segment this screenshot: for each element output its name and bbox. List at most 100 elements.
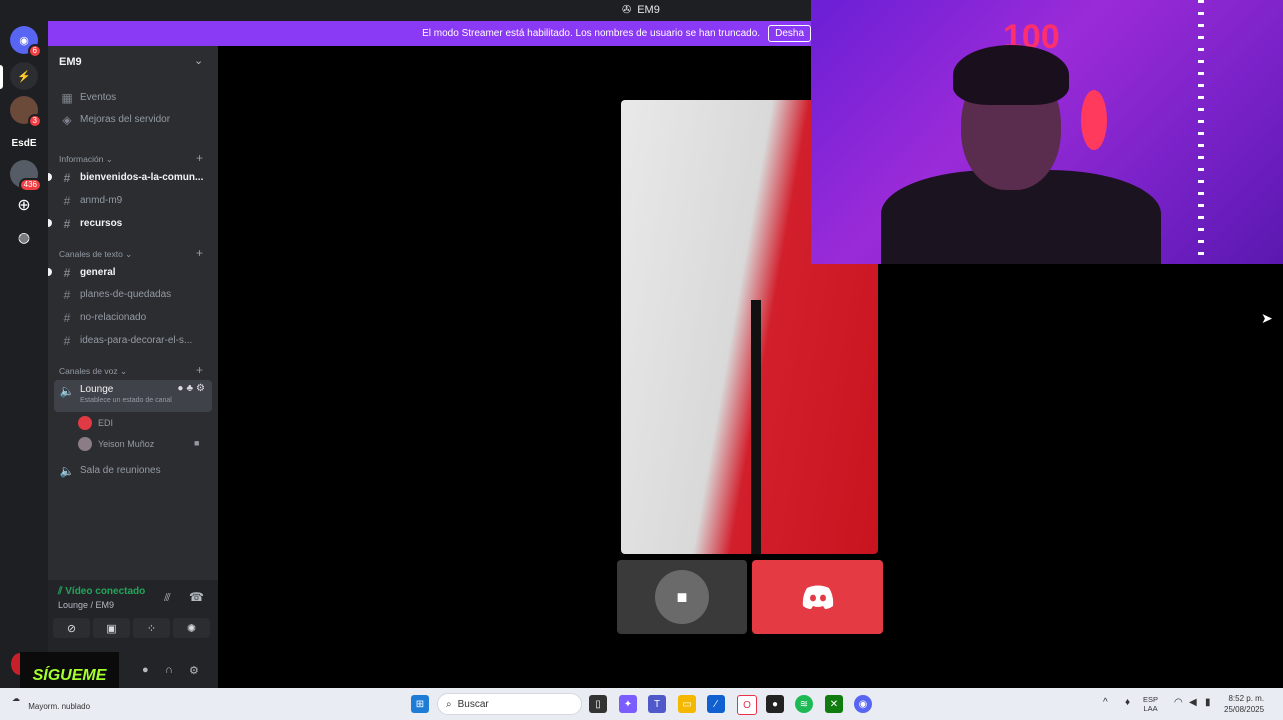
weather-text: Mayorm. nublado [28, 702, 91, 711]
windows-icon: ⊞ [415, 698, 425, 710]
mouse-cursor-icon: ➤ [1261, 310, 1273, 326]
soundboard-button[interactable]: ✺ [173, 618, 210, 638]
microphone-icon[interactable]: ♦ [1125, 697, 1130, 708]
unread-indicator [48, 173, 52, 181]
clock-date: 25/08/2025 [1224, 705, 1265, 714]
voice-channel-label: Sala de reuniones [80, 465, 161, 476]
avatar [78, 416, 92, 430]
boost-label: Mejoras del servidor [80, 114, 171, 125]
app-icon[interactable]: ● [766, 695, 784, 713]
edit-app-icon[interactable]: ∕ [707, 695, 725, 713]
discover-button[interactable]: ◍ [10, 223, 38, 251]
voice-channel-status[interactable]: Establece un estado de canal [80, 397, 172, 404]
person-hair [953, 45, 1069, 105]
language-indicator[interactable]: ESP LAA [1143, 695, 1158, 713]
soundboard-icon: ✺ [186, 622, 197, 635]
microphone-icon[interactable]: ● [142, 664, 149, 676]
signal-icon: ⫽ [58, 586, 63, 597]
participant-tile-discord[interactable] [752, 560, 883, 634]
headphones-icon[interactable]: ∩ [165, 664, 173, 676]
add-server-button[interactable]: ⊕ [10, 191, 38, 219]
channel-item[interactable]: # recursos [54, 213, 212, 234]
voice-channel-meeting[interactable]: 🔈 Sala de reuniones [54, 460, 212, 481]
taskbar: ☁ Mayorm. nublado ⊞ ⌕ Buscar ▯ ✦ T ▭ ∕ O… [0, 688, 1283, 720]
chevron-up-icon[interactable]: ^ [1103, 697, 1108, 708]
dm-badge: 6 [27, 44, 42, 58]
volume-icon[interactable]: ◀ [1189, 697, 1197, 708]
voice-location[interactable]: Lounge / EM9 [58, 600, 114, 610]
add-channel-icon[interactable]: + [196, 246, 203, 260]
add-member-icon[interactable]: ♣ [186, 383, 196, 394]
channel-item[interactable]: # no-relacionado [54, 307, 212, 328]
direct-messages-button[interactable]: ◉ 6 [10, 26, 42, 58]
taskbar-search[interactable]: ⌕ Buscar [437, 693, 582, 715]
channel-item[interactable]: # anmd-m9 [54, 190, 212, 211]
activities-icon: ⁘ [146, 622, 157, 635]
camera-toggle-button[interactable]: ⊘ [53, 618, 90, 638]
add-channel-icon[interactable]: + [196, 151, 203, 165]
voice-channel-actions[interactable]: ●♣⚙ [177, 383, 208, 394]
category-voice[interactable]: Canales de voz ⌄ [59, 366, 127, 377]
server-name[interactable]: EM9 [59, 56, 82, 68]
server-esde[interactable]: EsdE [10, 129, 38, 157]
server-badge: 436 [18, 178, 42, 192]
banner-text: El modo Streamer está habilitado. Los no… [422, 28, 761, 39]
channel-item[interactable]: # bienvenidos-a-la-comun... [54, 167, 212, 188]
events-item[interactable]: ▦ Eventos [54, 87, 212, 108]
task-view-icon[interactable]: ▯ [589, 695, 607, 713]
gear-icon[interactable]: ⚙ [196, 383, 208, 394]
start-button[interactable]: ⊞ [411, 695, 429, 713]
weather-widget[interactable]: ☁ Mayorm. nublado [12, 694, 90, 711]
system-clock[interactable]: 8:52 p. m. 25/08/2025 [1224, 693, 1264, 715]
user-settings-icon[interactable]: ⚙ [189, 664, 199, 677]
add-channel-icon[interactable]: + [196, 363, 203, 377]
copilot-icon[interactable]: ✦ [619, 695, 637, 713]
participant-tile-camera[interactable]: ■ [617, 560, 747, 634]
window-title-text: EM9 [637, 3, 660, 16]
wifi-icon[interactable]: ◠ [1174, 697, 1183, 708]
voice-user-name: EDI [98, 418, 114, 428]
clock-time: 8:52 p. m. [1228, 694, 1265, 703]
disable-streamer-button[interactable]: Desha [768, 25, 811, 42]
category-info[interactable]: Información ⌄ [59, 154, 113, 165]
video-camera-icon: ■ [194, 438, 200, 448]
channel-label: recursos [80, 218, 123, 229]
teams-icon[interactable]: T [648, 695, 666, 713]
server-item[interactable]: 436 [10, 160, 42, 192]
language-code: ESP [1143, 695, 1159, 704]
server-item[interactable]: 3 [10, 96, 42, 128]
battery-icon[interactable]: ▮ [1205, 697, 1211, 708]
speaker-icon: 🔈 [59, 384, 75, 398]
spotify-icon[interactable]: ≋ [795, 695, 813, 713]
voice-user[interactable]: Yeison Muñoz [78, 437, 154, 451]
voice-status[interactable]: ⫽ Vídeo conectado [58, 586, 145, 597]
screen-share-button[interactable]: ▣ [93, 618, 130, 638]
channel-label: planes-de-quedadas [80, 289, 172, 300]
channel-label: general [80, 267, 116, 278]
activities-button[interactable]: ⁘ [133, 618, 170, 638]
chevron-down-icon[interactable]: ⌄ [194, 54, 203, 67]
server-em9[interactable]: ⚡ [10, 62, 38, 90]
voice-channel-lounge[interactable]: 🔈 Lounge Establece un estado de canal ●♣… [54, 380, 212, 412]
discord-logo-icon [802, 585, 833, 609]
channel-item[interactable]: # ideas-para-decorar-el-s... [54, 330, 212, 351]
noise-suppression-icon[interactable]: ⫻ [164, 592, 171, 605]
plus-icon: ⊕ [17, 197, 31, 214]
compass-icon: ◍ [17, 228, 31, 245]
channel-label: bienvenidos-a-la-comun... [80, 172, 204, 183]
hash-icon: # [63, 193, 71, 208]
discord-home-icon: ◉ [19, 34, 29, 47]
file-explorer-icon[interactable]: ▭ [678, 695, 696, 713]
opera-icon[interactable]: O [737, 695, 757, 715]
channel-item[interactable]: # planes-de-quedadas [54, 284, 212, 305]
keyboard-layout: LAA [1143, 704, 1158, 713]
server-boost-item[interactable]: ◈ Mejoras del servidor [54, 109, 212, 130]
screen-share-icon: ▣ [106, 622, 117, 635]
voice-user[interactable]: EDI [78, 416, 113, 430]
xbox-icon[interactable]: ✕ [825, 695, 843, 713]
discord-taskbar-icon[interactable]: ◉ [854, 695, 872, 713]
category-text[interactable]: Canales de texto ⌄ [59, 249, 132, 260]
channel-sidebar: EM9 ⌄ ▦ Eventos ◈ Mejoras del servidor I… [48, 46, 218, 688]
channel-item[interactable]: # general [54, 262, 212, 283]
disconnect-icon[interactable]: ☎ [189, 590, 204, 604]
